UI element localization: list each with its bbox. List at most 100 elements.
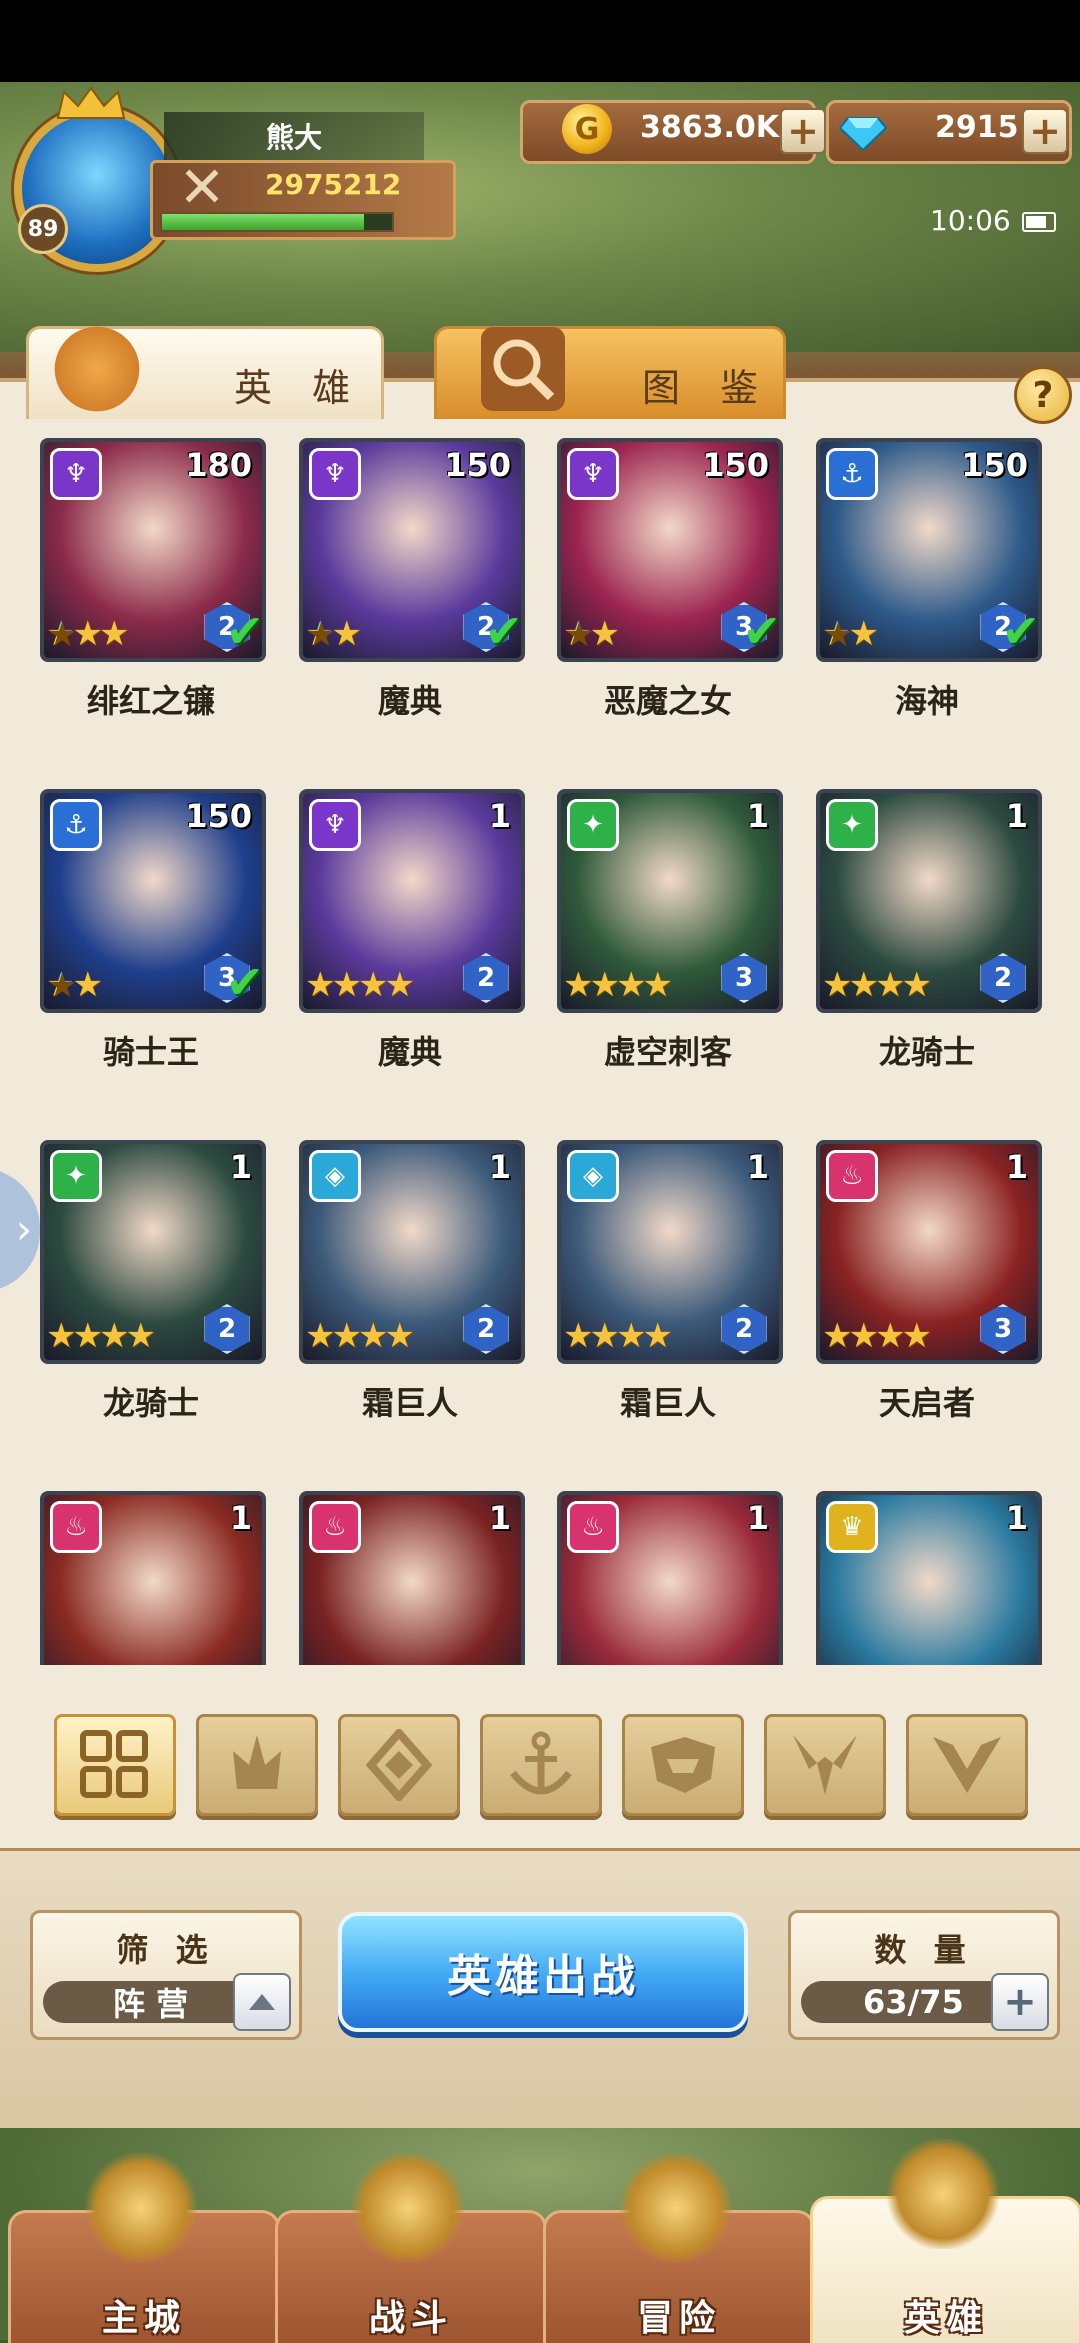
star-rating: ★★★★ bbox=[563, 1316, 673, 1356]
filter-flame-button[interactable] bbox=[196, 1714, 318, 1816]
hero-helmet-icon bbox=[883, 2139, 1003, 2249]
hero-card[interactable]: ♨ 1 bbox=[557, 1491, 783, 1665]
star-icon: ★ bbox=[305, 965, 336, 1005]
nav-label: 冒险 bbox=[636, 2298, 721, 2339]
star-rating: ★★★★ bbox=[305, 1316, 415, 1356]
hero-name: 龙骑士 bbox=[102, 1384, 199, 1422]
demon-faction-icon: ♆ bbox=[309, 448, 361, 500]
star-rating: ★★★★ bbox=[822, 1316, 932, 1356]
hero-card[interactable]: ⚓ 150 ★★ 3 ✔ bbox=[40, 789, 266, 1013]
deployed-check-icon: ✔ bbox=[225, 955, 264, 1009]
star-icon: ★ bbox=[589, 1316, 620, 1356]
star-rating: ★★ bbox=[563, 614, 620, 654]
tab-gallery-label: 图 鉴 bbox=[642, 366, 773, 410]
crown-icon bbox=[56, 86, 126, 119]
nav-item-0[interactable]: 主城 bbox=[8, 2153, 280, 2343]
magnifier-icon bbox=[481, 327, 565, 411]
tab-heroes[interactable]: 英 雄 bbox=[26, 326, 384, 419]
demon-faction-icon: ♆ bbox=[50, 448, 102, 500]
star-rating: ★★★ bbox=[46, 614, 130, 654]
tab-gallery[interactable]: 图 鉴 bbox=[434, 326, 786, 419]
filter-frost-button[interactable] bbox=[338, 1714, 460, 1816]
hero-card[interactable]: ♛ 1 bbox=[816, 1491, 1042, 1665]
xp-fill bbox=[162, 214, 365, 230]
hero-name: 天启者 bbox=[878, 1384, 975, 1422]
filter-all-button[interactable] bbox=[54, 1714, 176, 1816]
hero-card[interactable]: ⚓ 150 ★★ 2 ✔ bbox=[816, 438, 1042, 662]
hero-card[interactable]: ♨ 1 bbox=[40, 1491, 266, 1665]
star-rating: ★★★★ bbox=[563, 965, 673, 1005]
nav-item-2[interactable]: 冒险 bbox=[543, 2153, 815, 2343]
hero-level: 150 bbox=[185, 797, 252, 835]
filter-sea-button[interactable] bbox=[480, 1714, 602, 1816]
hero-level: 1 bbox=[746, 797, 769, 835]
star-icon: ★ bbox=[125, 1316, 156, 1356]
star-icon: ★ bbox=[642, 965, 673, 1005]
expand-slots-button[interactable]: + bbox=[991, 1973, 1049, 2031]
hero-card[interactable]: ♨ 1 ★★★★ 3 bbox=[816, 1140, 1042, 1364]
anchor-icon bbox=[510, 1731, 572, 1795]
hero-card[interactable]: ♨ 1 bbox=[299, 1491, 525, 1665]
tab-heroes-label: 英 雄 bbox=[234, 366, 365, 410]
nav-item-3[interactable]: 英雄 bbox=[810, 2139, 1080, 2343]
add-gold-button[interactable]: + bbox=[780, 108, 826, 154]
crossed-swords-icon bbox=[185, 169, 219, 203]
frost-icon bbox=[365, 1729, 433, 1801]
nav-item-1[interactable]: 战斗 bbox=[275, 2153, 547, 2343]
hero-name: 海神 bbox=[894, 682, 959, 720]
filter-demon-button[interactable] bbox=[764, 1714, 886, 1816]
holy-faction-icon: ♛ bbox=[826, 1501, 878, 1553]
crossed-swords-icon bbox=[348, 2153, 468, 2263]
star-icon: ★ bbox=[357, 1316, 389, 1356]
flame-icon bbox=[233, 1735, 281, 1789]
star-icon: ★ bbox=[874, 965, 906, 1005]
filter-holy-button[interactable] bbox=[906, 1714, 1028, 1816]
star-icon: ★ bbox=[822, 1316, 853, 1356]
hero-card[interactable]: ✦ 1 ★★★★ 2 bbox=[816, 789, 1042, 1013]
filter-beast-button[interactable] bbox=[622, 1714, 744, 1816]
status-bar bbox=[0, 0, 1080, 82]
star-icon: ★ bbox=[615, 1316, 647, 1356]
battery-icon bbox=[1022, 212, 1056, 232]
xp-bar bbox=[160, 212, 394, 232]
nav-label: 主城 bbox=[101, 2298, 186, 2339]
faction-filter-row bbox=[0, 1700, 1080, 1820]
star-icon: ★ bbox=[563, 1316, 594, 1356]
star-icon: ★ bbox=[331, 1316, 362, 1356]
add-gems-button[interactable]: + bbox=[1022, 108, 1068, 154]
star-icon: ★ bbox=[384, 1316, 415, 1356]
hero-name: 骑士王 bbox=[102, 1033, 199, 1071]
hero-name: 龙骑士 bbox=[878, 1033, 975, 1071]
star-rating: ★★ bbox=[305, 614, 362, 654]
count-value: 63/75 bbox=[863, 1983, 964, 2021]
hero-name: 绯红之镰 bbox=[86, 682, 215, 720]
hero-card[interactable]: ♆ 150 ★★ 2 ✔ bbox=[299, 438, 525, 662]
hero-card[interactable]: ◈ 1 ★★★★ 2 bbox=[299, 1140, 525, 1364]
frost-faction-icon: ◈ bbox=[309, 1150, 361, 1202]
star-icon: ★ bbox=[642, 1316, 673, 1356]
star-icon: ★ bbox=[46, 1316, 77, 1356]
flame-faction-icon: ♨ bbox=[50, 1501, 102, 1553]
hero-card[interactable]: ◈ 1 ★★★★ 2 bbox=[557, 1140, 783, 1364]
deploy-heroes-button[interactable]: 英雄出战 bbox=[338, 1912, 748, 2032]
hero-card[interactable]: ♆ 150 ★★ 3 ✔ bbox=[557, 438, 783, 662]
star-icon: ★ bbox=[72, 614, 103, 654]
hero-card[interactable]: ♆ 180 ★★★ 2 ✔ bbox=[40, 438, 266, 662]
player-level-badge: 89 bbox=[18, 204, 68, 254]
chevron-up-icon bbox=[249, 1994, 275, 2010]
hero-card[interactable]: ✦ 1 ★★★★ 2 bbox=[40, 1140, 266, 1364]
star-icon: ★ bbox=[901, 1316, 932, 1356]
hero-card[interactable]: ♆ 1 ★★★★ 2 bbox=[299, 789, 525, 1013]
clock: 10:06 bbox=[930, 204, 1011, 237]
hero-level: 150 bbox=[961, 446, 1028, 484]
hero-level: 1 bbox=[746, 1499, 769, 1537]
star-icon: ★ bbox=[46, 965, 77, 1005]
power-value: 2975212 bbox=[265, 168, 402, 201]
help-icon[interactable]: ? bbox=[1014, 366, 1072, 424]
star-icon: ★ bbox=[822, 614, 853, 654]
hero-card[interactable]: ✦ 1 ★★★★ 3 bbox=[557, 789, 783, 1013]
filter-toggle-button[interactable] bbox=[233, 1973, 291, 2031]
star-icon: ★ bbox=[305, 614, 336, 654]
hero-level: 1 bbox=[488, 1499, 511, 1537]
gem-value: 2915 bbox=[935, 110, 1019, 145]
